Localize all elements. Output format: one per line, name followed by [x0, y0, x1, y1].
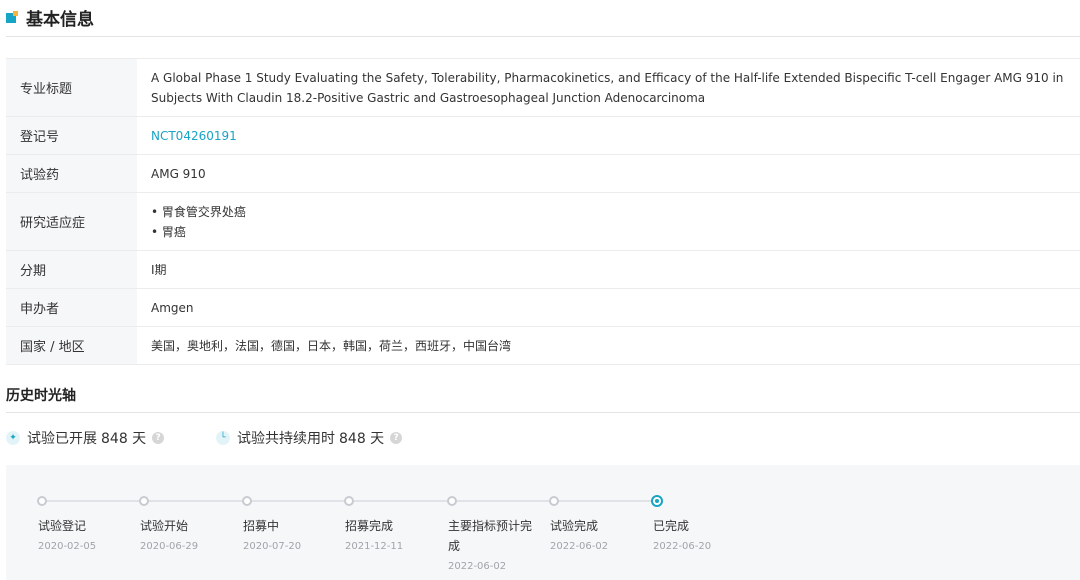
stat-trial-started: ✦ 试验已开展 848 天 ? [6, 428, 165, 448]
timeline-step-text: 招募中 2020-07-20 [243, 516, 327, 556]
timeline-dot [549, 496, 559, 506]
info-label: 分期 [6, 251, 137, 288]
timeline-step-date: 2022-06-02 [550, 541, 609, 552]
stat-label: 试验共持续用时 [237, 431, 335, 447]
stat-value: 848 天 [339, 431, 385, 447]
stat-label: 试验已开展 [27, 431, 97, 447]
info-row-indications: 研究适应症 • 胃食管交界处癌 • 胃癌 [6, 193, 1080, 251]
timeline-step-date: 2020-02-05 [38, 541, 97, 552]
timeline-step-date: 2022-06-20 [653, 541, 712, 552]
clock-icon: └ [216, 431, 230, 445]
timeline-step-label: 招募完成 [345, 519, 394, 533]
timeline-step-label: 试验登记 [38, 519, 87, 533]
timeline-step-date: 2022-06-02 [448, 561, 507, 572]
timeline-step-text: 试验完成 2022-06-02 [550, 516, 634, 556]
info-row-sponsor: 申办者 Amgen [6, 289, 1080, 327]
timeline-dot [344, 496, 354, 506]
info-label: 国家 / 地区 [6, 327, 137, 364]
info-row-countries: 国家 / 地区 美国，奥地利，法国，德国，日本，韩国，荷兰，西班牙，中国台湾 [6, 327, 1080, 365]
timeline-step-text: 试验登记 2020-02-05 [38, 516, 122, 556]
help-icon[interactable]: ? [390, 432, 403, 444]
section-marker-icon [6, 11, 18, 23]
info-row-phase: 分期 I期 [6, 251, 1080, 289]
timeline-step-label: 已完成 [653, 519, 690, 533]
timeline-step-text: 招募完成 2021-12-11 [345, 516, 429, 556]
official-title-value: A Global Phase 1 Study Evaluating the Sa… [151, 70, 1064, 105]
info-row-trial-drug: 试验药 AMG 910 [6, 155, 1080, 193]
info-label: 申办者 [6, 289, 137, 326]
indications-list: • 胃食管交界处癌 • 胃癌 [137, 193, 1080, 250]
timeline-dot [37, 496, 47, 506]
timeline-dot [139, 496, 149, 506]
timeline-dot-current [651, 495, 663, 507]
timeline-panel: 试验登记 2020-02-05 试验开始 2020-06-29 招募中 2020… [6, 465, 1080, 580]
basic-info-header: 基本信息 [6, 4, 1080, 30]
registration-number-link[interactable]: NCT04260191 [137, 117, 1080, 154]
timeline-step-date: 2021-12-11 [345, 541, 404, 552]
timeline-step-text: 主要指标预计完成 2022-06-02 [448, 516, 532, 576]
countries-value: 美国，奥地利，法国，德国，日本，韩国，荷兰，西班牙，中国台湾 [151, 338, 512, 353]
timeline-dot [447, 496, 457, 506]
stat-trial-duration: └ 试验共持续用时 848 天 ? [216, 428, 403, 448]
timeline-step-date: 2020-06-29 [140, 541, 199, 552]
timeline-step-label: 试验完成 [550, 519, 599, 533]
timeline-step-label: 招募中 [243, 519, 280, 533]
phase-value: I期 [151, 262, 167, 277]
timeline-dot [242, 496, 252, 506]
history-divider [6, 412, 1080, 413]
basic-info-table: 专业标题 A Global Phase 1 Study Evaluating t… [6, 58, 1080, 365]
section-title: 基本信息 [26, 9, 94, 30]
info-label: 研究适应症 [6, 193, 137, 250]
timeline-step-text: 已完成 2022-06-20 [653, 516, 737, 556]
timeline-step-label: 试验开始 [140, 519, 189, 533]
trial-drug-value: AMG 910 [151, 166, 206, 181]
stat-value: 848 天 [101, 431, 147, 447]
info-row-registration-number: 登记号 NCT04260191 [6, 117, 1080, 155]
help-icon[interactable]: ? [152, 432, 165, 444]
indication-item: • 胃食管交界处癌 [151, 204, 246, 219]
header-divider [6, 36, 1080, 37]
pill-icon: ✦ [6, 431, 20, 445]
info-label: 专业标题 [6, 59, 137, 116]
info-label: 登记号 [6, 117, 137, 154]
timeline-step-date: 2020-07-20 [243, 541, 302, 552]
history-timeline-title: 历史时光轴 [6, 388, 76, 404]
indication-item: • 胃癌 [151, 224, 186, 239]
sponsor-value: Amgen [151, 300, 194, 315]
info-row-official-title: 专业标题 A Global Phase 1 Study Evaluating t… [6, 59, 1080, 117]
timeline-step-text: 试验开始 2020-06-29 [140, 516, 224, 556]
timeline-step-label: 主要指标预计完成 [448, 519, 533, 553]
info-label: 试验药 [6, 155, 137, 192]
